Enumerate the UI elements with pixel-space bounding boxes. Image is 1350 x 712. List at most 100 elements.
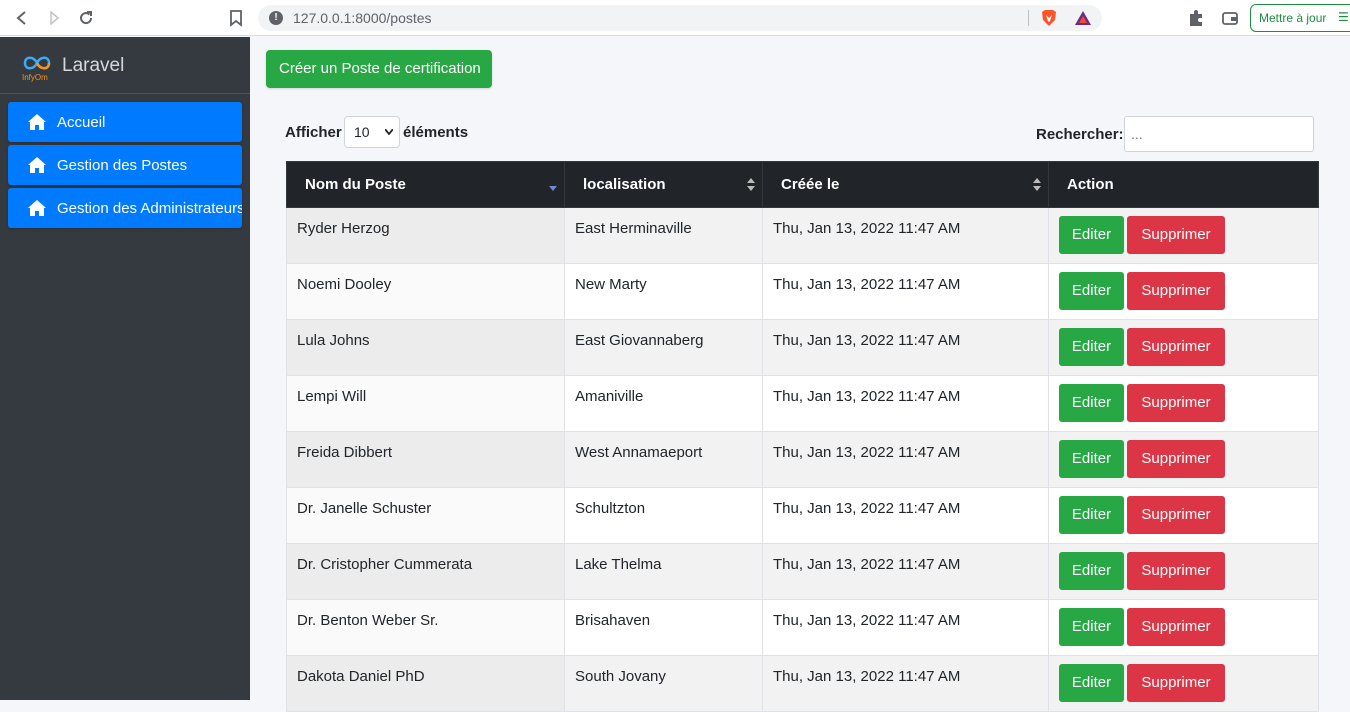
table-row: Dr. Janelle Schuster Schultzton Thu, Jan 1… <box>286 487 1319 544</box>
table-row: Lula Johns East Giovannaberg Thu, Jan 13, … <box>286 319 1319 376</box>
column-label: Créée le <box>781 176 840 193</box>
bookmark-icon[interactable] <box>226 8 246 28</box>
cell-cree-le: Thu, Jan 13, 2022 11:47 AM <box>762 263 1049 320</box>
cell-cree-le: Thu, Jan 13, 2022 11:47 AM <box>762 487 1049 544</box>
column-header-localisation[interactable]: localisation <box>564 161 763 208</box>
wallet-icon[interactable] <box>1220 8 1240 28</box>
cell-localisation: Lake Thelma <box>564 543 763 600</box>
table-row: Noemi Dooley New Marty Thu, Jan 13, 2022 1… <box>286 263 1319 320</box>
cell-action: Editer Supprimer <box>1048 319 1319 376</box>
brand-text: Laravel <box>62 55 125 76</box>
sidebar: InfyOm Laravel Accueil Gestion des Poste… <box>0 37 250 700</box>
sort-desc-icon <box>549 186 557 191</box>
cell-action: Editer Supprimer <box>1048 655 1319 712</box>
column-header-cree-le[interactable]: Créée le <box>762 161 1049 208</box>
delete-button[interactable]: Supprimer <box>1127 496 1225 534</box>
edit-button[interactable]: Editer <box>1059 216 1124 254</box>
table-row: Dakota Daniel PhD South Jovany Thu, Jan 13… <box>286 655 1319 712</box>
home-icon <box>28 114 46 130</box>
cell-localisation: Brisahaven <box>564 599 763 656</box>
cell-nom: Dr. Janelle Schuster <box>286 487 565 544</box>
edit-button[interactable]: Editer <box>1059 496 1124 534</box>
table-row: Dr. Benton Weber Sr. Brisahaven Thu, Jan 1… <box>286 599 1319 656</box>
cell-cree-le: Thu, Jan 13, 2022 11:47 AM <box>762 543 1049 600</box>
sort-icon <box>1033 178 1041 191</box>
column-header-action: Action <box>1048 161 1319 208</box>
rewards-icon[interactable] <box>1074 10 1092 26</box>
cell-cree-le: Thu, Jan 13, 2022 11:47 AM <box>762 655 1049 712</box>
reload-icon[interactable] <box>76 8 96 28</box>
column-header-nom[interactable]: Nom du Poste <box>286 161 565 208</box>
svg-text:InfyOm: InfyOm <box>22 73 48 82</box>
update-button[interactable]: Mettre à jour <box>1250 4 1350 32</box>
cell-cree-le: Thu, Jan 13, 2022 11:47 AM <box>762 431 1049 488</box>
cell-action: Editer Supprimer <box>1048 543 1319 600</box>
edit-button[interactable]: Editer <box>1059 328 1124 366</box>
forward-icon[interactable] <box>44 8 64 28</box>
delete-button[interactable]: Supprimer <box>1127 272 1225 310</box>
cell-cree-le: Thu, Jan 13, 2022 11:47 AM <box>762 375 1049 432</box>
chevron-down-icon <box>385 129 393 135</box>
delete-button[interactable]: Supprimer <box>1127 216 1225 254</box>
edit-button[interactable]: Editer <box>1059 552 1124 590</box>
menu-icon[interactable]: ☰ <box>1338 10 1349 24</box>
cell-localisation: East Giovannaberg <box>564 319 763 376</box>
create-poste-button[interactable]: Créer un Poste de certification <box>266 50 492 88</box>
sidebar-item-postes[interactable]: Gestion des Postes <box>8 145 242 185</box>
cell-nom: Lempi Will <box>286 375 565 432</box>
postes-table: Nom du Poste localisation Créée le Actio… <box>286 161 1319 712</box>
cell-action: Editer Supprimer <box>1048 487 1319 544</box>
column-label: Nom du Poste <box>305 176 406 193</box>
cell-nom: Lula Johns <box>286 319 565 376</box>
cell-localisation: West Annamaeport <box>564 431 763 488</box>
sidebar-item-accueil[interactable]: Accueil <box>8 102 242 142</box>
table-body: Ryder Herzog East Herminaville Thu, Jan 13… <box>286 207 1319 712</box>
cell-cree-le: Thu, Jan 13, 2022 11:47 AM <box>762 207 1049 264</box>
extensions-icon[interactable] <box>1186 8 1206 28</box>
table-row: Lempi Will Amaniville Thu, Jan 13, 2022 11… <box>286 375 1319 432</box>
page-length-select[interactable]: 10 <box>344 116 400 148</box>
length-label-after: éléments <box>403 124 469 141</box>
url-text: 127.0.0.1:8000/postes <box>293 10 432 26</box>
length-label: Afficher <box>285 124 342 141</box>
brand-logo-icon: InfyOm <box>20 49 54 83</box>
sidebar-item-administrateurs[interactable]: Gestion des Administrateurs <box>8 188 242 228</box>
cell-localisation: Schultzton <box>564 487 763 544</box>
cell-action: Editer Supprimer <box>1048 599 1319 656</box>
table-row: Dr. Cristopher Cummerata Lake Thelma Thu, … <box>286 543 1319 600</box>
delete-button[interactable]: Supprimer <box>1127 440 1225 478</box>
search-input[interactable] <box>1124 116 1314 152</box>
delete-button[interactable]: Supprimer <box>1127 664 1225 702</box>
table-row: Ryder Herzog East Herminaville Thu, Jan 13… <box>286 207 1319 264</box>
sort-icon <box>747 178 755 191</box>
cell-nom: Dr. Cristopher Cummerata <box>286 543 565 600</box>
table-header-row: Nom du Poste localisation Créée le Actio… <box>286 161 1319 208</box>
search-label: Rechercher: <box>1036 126 1124 143</box>
cell-localisation: East Herminaville <box>564 207 763 264</box>
delete-button[interactable]: Supprimer <box>1127 384 1225 422</box>
divider <box>1028 10 1029 26</box>
info-icon[interactable]: ! <box>269 11 283 25</box>
cell-nom: Dr. Benton Weber Sr. <box>286 599 565 656</box>
address-bar[interactable]: ! 127.0.0.1:8000/postes <box>258 5 1102 31</box>
create-poste-label: Créer un Poste de certification <box>279 60 481 77</box>
edit-button[interactable]: Editer <box>1059 272 1124 310</box>
cell-nom: Noemi Dooley <box>286 263 565 320</box>
sidebar-item-label: Gestion des Administrateurs <box>57 200 242 217</box>
home-icon <box>28 200 46 216</box>
page-length-value: 10 <box>354 124 370 140</box>
cell-localisation: New Marty <box>564 263 763 320</box>
edit-button[interactable]: Editer <box>1059 608 1124 646</box>
brave-shield-icon[interactable] <box>1041 9 1057 27</box>
column-label: Action <box>1067 176 1114 193</box>
browser-toolbar: ! 127.0.0.1:8000/postes Mettre à jour ☰ <box>0 0 1350 36</box>
cell-nom: Dakota Daniel PhD <box>286 655 565 712</box>
edit-button[interactable]: Editer <box>1059 664 1124 702</box>
delete-button[interactable]: Supprimer <box>1127 328 1225 366</box>
brand-link[interactable]: InfyOm Laravel <box>0 37 250 94</box>
delete-button[interactable]: Supprimer <box>1127 552 1225 590</box>
delete-button[interactable]: Supprimer <box>1127 608 1225 646</box>
edit-button[interactable]: Editer <box>1059 440 1124 478</box>
edit-button[interactable]: Editer <box>1059 384 1124 422</box>
back-icon[interactable] <box>12 8 32 28</box>
